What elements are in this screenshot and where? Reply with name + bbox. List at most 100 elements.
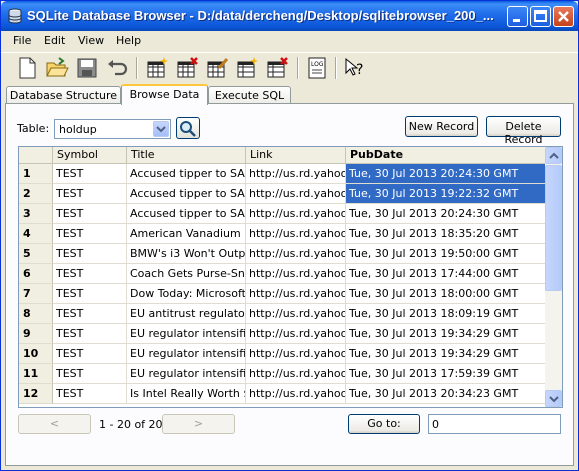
- cell-symbol[interactable]: TEST: [53, 284, 127, 304]
- cell-pubdate[interactable]: Tue, 30 Jul 2013 17:59:39 GMT: [346, 364, 546, 384]
- cell-title[interactable]: Accused tipper to SAC h: [127, 184, 246, 204]
- table-select[interactable]: holdup: [54, 119, 171, 139]
- cell-symbol[interactable]: TEST: [53, 164, 127, 184]
- undo-icon[interactable]: [105, 56, 129, 80]
- cell-title[interactable]: Coach Gets Purse-Snatc: [127, 264, 246, 284]
- cell-symbol[interactable]: TEST: [53, 224, 127, 244]
- minimize-button[interactable]: [507, 6, 528, 27]
- column-header-link[interactable]: Link: [246, 147, 346, 164]
- cell-symbol[interactable]: TEST: [53, 244, 127, 264]
- cell-symbol[interactable]: TEST: [53, 344, 127, 364]
- whats-this-icon[interactable]: ?: [343, 56, 367, 80]
- delete-table-icon[interactable]: [175, 56, 199, 80]
- maximize-button[interactable]: [530, 6, 551, 27]
- cell-title[interactable]: Dow Today: Microsoft C: [127, 284, 246, 304]
- tab-execute-sql[interactable]: Execute SQL: [208, 86, 291, 104]
- table-row[interactable]: 4TESTAmerican Vanadium Is Thhttp://us.rd…: [19, 224, 546, 244]
- cell-title[interactable]: Accused tipper to SAC h: [127, 204, 246, 224]
- row-number[interactable]: 4: [19, 224, 53, 244]
- close-button[interactable]: [553, 6, 574, 27]
- cell-link[interactable]: http://us.rd.yahoo.c: [246, 264, 346, 284]
- table-row[interactable]: 8TESTEU antitrust regulators ihttp://us.…: [19, 304, 546, 324]
- cell-pubdate[interactable]: Tue, 30 Jul 2013 19:34:29 GMT: [346, 324, 546, 344]
- row-number[interactable]: 1: [19, 164, 53, 184]
- row-number[interactable]: 3: [19, 204, 53, 224]
- cell-symbol[interactable]: TEST: [53, 324, 127, 344]
- cell-symbol[interactable]: TEST: [53, 184, 127, 204]
- row-number[interactable]: 6: [19, 264, 53, 284]
- table-row[interactable]: 1TESTAccused tipper to SAC hhttp://us.rd…: [19, 164, 546, 184]
- cell-symbol[interactable]: TEST: [53, 264, 127, 284]
- cell-title[interactable]: EU regulator intensifies: [127, 364, 246, 384]
- goto-row-input[interactable]: 0: [428, 414, 561, 434]
- column-header-pubdate[interactable]: PubDate: [346, 147, 546, 164]
- table-row[interactable]: 3TESTAccused tipper to SAC hhttp://us.rd…: [19, 204, 546, 224]
- cell-link[interactable]: http://us.rd.yahoo.c: [246, 204, 346, 224]
- row-number[interactable]: 5: [19, 244, 53, 264]
- cell-pubdate[interactable]: Tue, 30 Jul 2013 20:24:30 GMT: [346, 164, 546, 184]
- row-number[interactable]: 7: [19, 284, 53, 304]
- goto-button[interactable]: Go to:: [348, 414, 420, 434]
- table-row[interactable]: 6TESTCoach Gets Purse-Snatchttp://us.rd.…: [19, 264, 546, 284]
- next-page-button[interactable]: >: [162, 414, 235, 434]
- table-row[interactable]: 11 TEST EU regulator intensifies http://us.…: [19, 364, 546, 384]
- cell-symbol[interactable]: TEST: [53, 384, 127, 404]
- row-number[interactable]: 9: [19, 324, 53, 344]
- cell-title[interactable]: BMW's i3 Won't Outperf: [127, 244, 246, 264]
- cell-link[interactable]: http://us.rd.yahoo.c: [246, 304, 346, 324]
- vertical-scrollbar[interactable]: [545, 147, 562, 407]
- open-database-icon[interactable]: [45, 56, 69, 80]
- cell-link[interactable]: http://us.rd.yahoo.c: [246, 344, 346, 364]
- cell-pubdate[interactable]: Tue, 30 Jul 2013 18:35:20 GMT: [346, 224, 546, 244]
- cell-pubdate[interactable]: Tue, 30 Jul 2013 20:24:30 GMT: [346, 204, 546, 224]
- menu-edit[interactable]: Edit: [44, 34, 65, 47]
- column-header-title[interactable]: Title: [127, 147, 246, 164]
- title-bar[interactable]: SQLite Database Browser - D:/data/derche…: [1, 1, 578, 31]
- menu-view[interactable]: View: [78, 34, 104, 47]
- search-button[interactable]: [176, 117, 200, 139]
- previous-page-button[interactable]: <: [18, 414, 91, 434]
- cell-link[interactable]: http://us.rd.yahoo.c: [246, 384, 346, 404]
- new-database-icon[interactable]: [15, 56, 39, 80]
- cell-link[interactable]: http://us.rd.yahoo.c: [246, 164, 346, 184]
- save-icon[interactable]: [75, 56, 99, 80]
- cell-title[interactable]: American Vanadium Is Th: [127, 224, 246, 244]
- cell-symbol[interactable]: TEST: [53, 304, 127, 324]
- tab-browse-data[interactable]: Browse Data: [121, 84, 208, 105]
- cell-title[interactable]: Is Intel Really Worth $1: [127, 384, 246, 404]
- cell-pubdate[interactable]: Tue, 30 Jul 2013 19:34:29 GMT: [346, 344, 546, 364]
- delete-record-button[interactable]: Delete Record: [486, 116, 561, 146]
- table-row[interactable]: 5TESTBMW's i3 Won't Outperfhttp://us.rd.…: [19, 244, 546, 264]
- cell-link[interactable]: http://us.rd.yahoo.c: [246, 284, 346, 304]
- cell-pubdate[interactable]: Tue, 30 Jul 2013 18:00:00 GMT: [346, 284, 546, 304]
- create-index-icon[interactable]: [235, 56, 259, 80]
- create-table-icon[interactable]: [145, 56, 169, 80]
- scroll-up-button[interactable]: [545, 147, 562, 164]
- row-number[interactable]: 12: [19, 384, 53, 404]
- modify-table-icon[interactable]: [205, 56, 229, 80]
- cell-pubdate[interactable]: Tue, 30 Jul 2013 18:09:19 GMT: [346, 304, 546, 324]
- table-row[interactable]: 10 TEST EU regulator intensifies http://us.…: [19, 344, 546, 364]
- table-row[interactable]: 2TESTAccused tipper to SAC hhttp://us.rd…: [19, 184, 546, 204]
- scroll-down-button[interactable]: [545, 390, 562, 407]
- table-row[interactable]: 12 TEST Is Intel Really Worth $1 http://us.…: [19, 384, 546, 404]
- data-grid[interactable]: Symbol Title Link PubDate 1 TEST Accused t…: [18, 146, 563, 408]
- delete-index-icon[interactable]: [265, 56, 289, 80]
- column-header-symbol[interactable]: Symbol: [53, 147, 127, 164]
- menu-help[interactable]: Help: [116, 34, 141, 47]
- row-number[interactable]: 2: [19, 184, 53, 204]
- table-select-dropdown-button[interactable]: [153, 121, 169, 137]
- row-number[interactable]: 10: [19, 344, 53, 364]
- row-number[interactable]: 8: [19, 304, 53, 324]
- log-icon[interactable]: LOG: [305, 56, 329, 80]
- cell-symbol[interactable]: TEST: [53, 204, 127, 224]
- new-record-button[interactable]: New Record: [405, 116, 478, 137]
- cell-link[interactable]: http://us.rd.yahoo.c: [246, 184, 346, 204]
- cell-link[interactable]: http://us.rd.yahoo.c: [246, 244, 346, 264]
- cell-title[interactable]: EU regulator intensifies: [127, 344, 246, 364]
- table-row[interactable]: 9 TEST EU regulator intensifies http://us.r…: [19, 324, 546, 344]
- cell-title[interactable]: Accused tipper to SAC h: [127, 164, 246, 184]
- cell-link[interactable]: http://us.rd.yahoo.c: [246, 224, 346, 244]
- tab-database-structure[interactable]: Database Structure: [6, 86, 121, 104]
- row-number[interactable]: 11: [19, 364, 53, 384]
